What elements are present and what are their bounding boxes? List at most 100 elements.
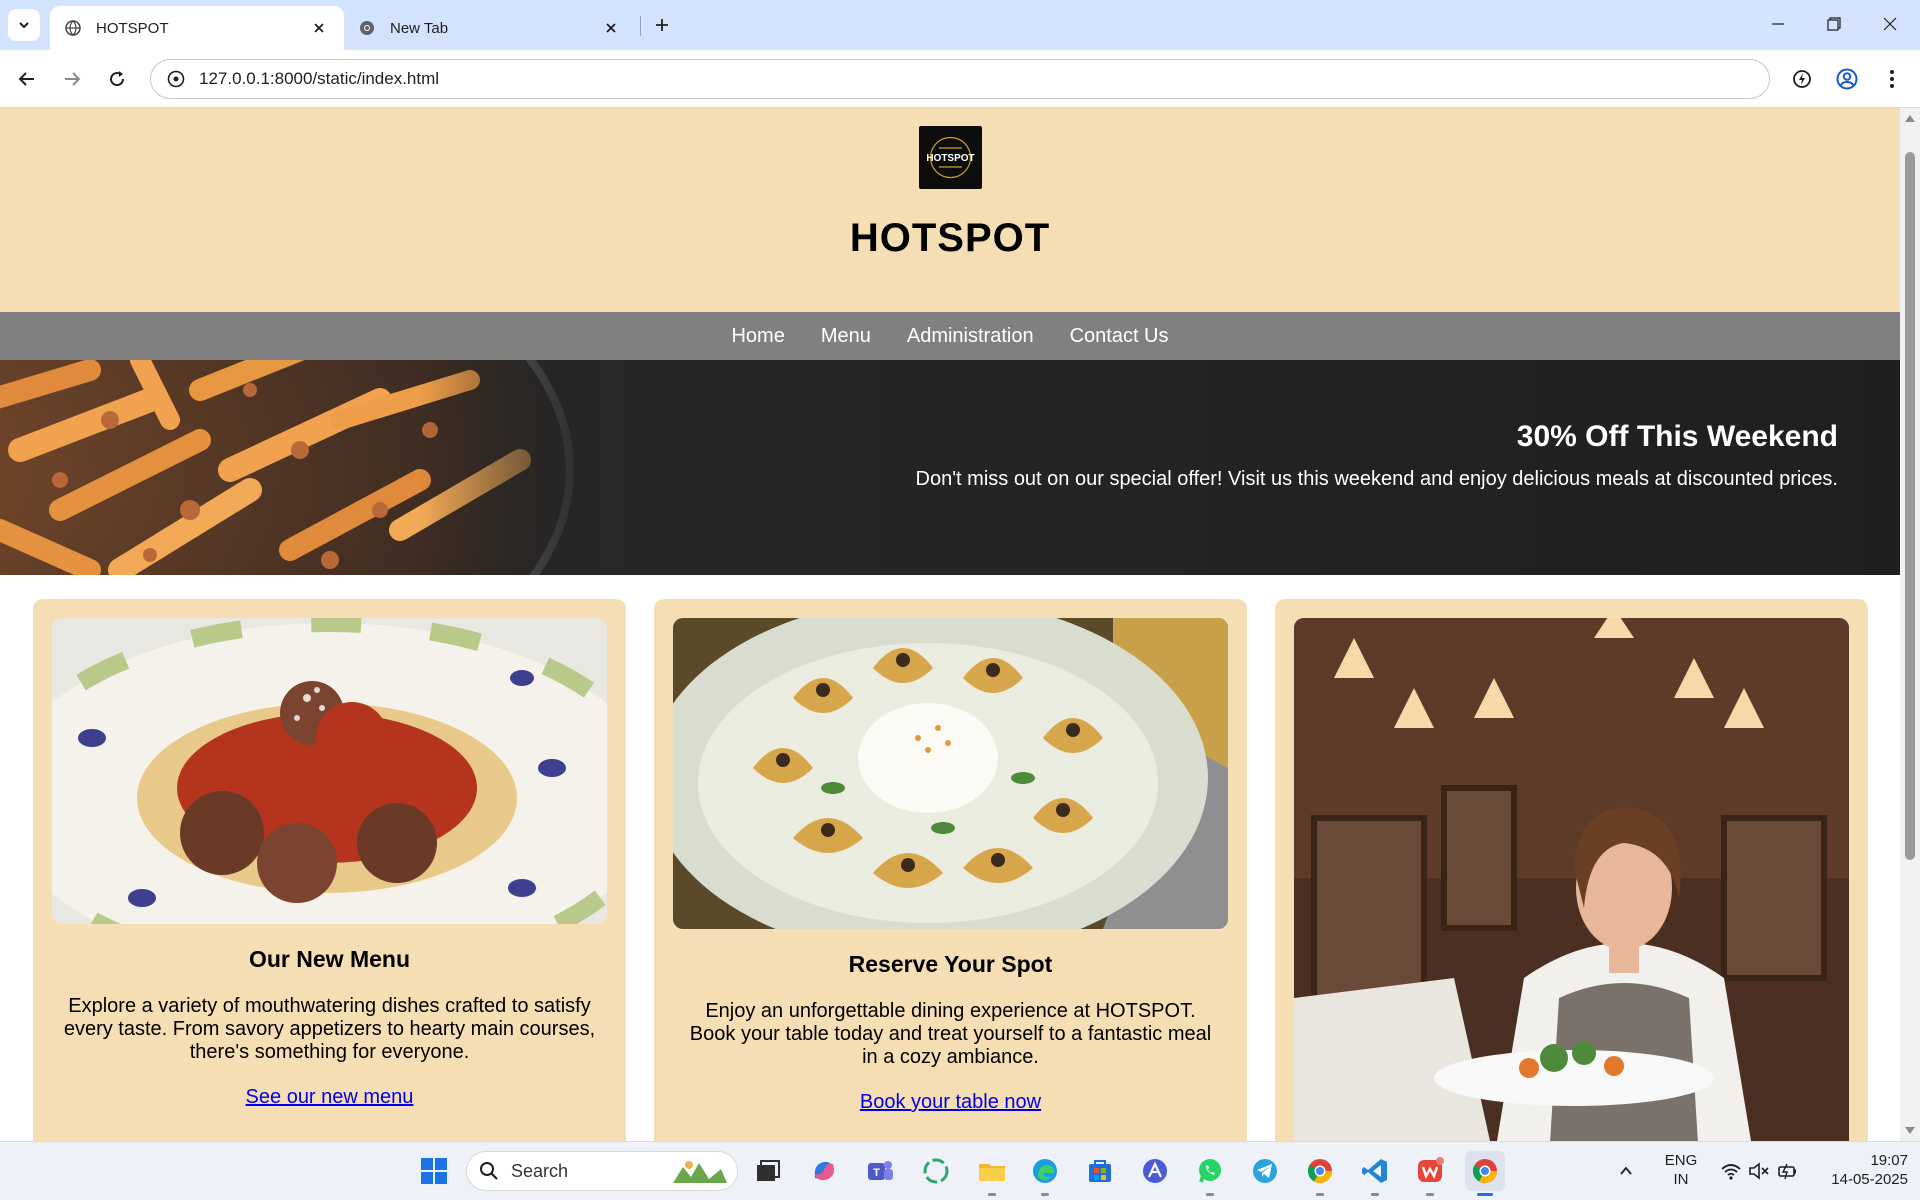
language-code: ENG	[1664, 1152, 1698, 1169]
address-bar[interactable]: 127.0.0.1:8000/static/index.html	[150, 59, 1770, 99]
chrome-icon	[1472, 1159, 1497, 1184]
scroll-down-arrow[interactable]	[1905, 1127, 1915, 1134]
forward-button[interactable]	[54, 61, 90, 97]
tab-separator	[640, 16, 641, 36]
url-text: 127.0.0.1:8000/static/index.html	[199, 69, 440, 88]
nav-link-home[interactable]: Home	[713, 312, 802, 360]
vscode-icon	[1362, 1159, 1387, 1183]
card-text: Explore a variety of mouthwatering dishe…	[63, 995, 596, 1063]
svg-text:T: T	[873, 1167, 880, 1179]
sync-icon	[923, 1158, 949, 1184]
active-indicator	[1477, 1193, 1493, 1196]
show-hidden-icons-button[interactable]	[1612, 1151, 1640, 1191]
see-new-menu-link[interactable]: See our new menu	[33, 1086, 626, 1109]
restore-button[interactable]	[1806, 0, 1862, 48]
taskbar-store[interactable]	[1080, 1151, 1120, 1191]
performance-button[interactable]	[1784, 61, 1820, 97]
taskbar-app-a[interactable]	[1135, 1151, 1175, 1191]
store-icon	[1089, 1160, 1111, 1182]
taskbar-whatsapp[interactable]	[1190, 1151, 1230, 1196]
restore-icon	[1827, 17, 1841, 31]
language-indicator[interactable]: ENG IN	[1656, 1151, 1706, 1189]
running-indicator	[988, 1193, 996, 1196]
taskbar-telegram[interactable]	[1245, 1151, 1285, 1191]
close-tab-icon[interactable]	[308, 17, 330, 39]
minimize-icon	[1772, 23, 1784, 25]
tab-hotspot[interactable]: HOTSPOT	[50, 6, 344, 50]
tab-search-button[interactable]	[8, 9, 40, 41]
pasta-image	[0, 360, 600, 575]
plus-icon	[656, 19, 668, 31]
nav-link-administration[interactable]: Administration	[889, 312, 1052, 360]
browser-toolbar: 127.0.0.1:8000/static/index.html	[0, 50, 1920, 108]
running-indicator	[1206, 1193, 1214, 1196]
site-title: HOTSPOT	[849, 216, 1051, 260]
running-indicator	[1041, 1193, 1049, 1196]
taskbar-task-view[interactable]	[748, 1151, 788, 1191]
card-title: Reserve Your Spot	[848, 951, 1053, 977]
search-icon	[480, 1162, 498, 1180]
back-button[interactable]	[9, 61, 45, 97]
site-header: HOTSPOT HOTSPOT	[0, 108, 1900, 312]
tab-title: New Tab	[390, 19, 449, 37]
taskbar-teams[interactable]: T	[860, 1151, 900, 1191]
windows-logo-icon	[421, 1158, 447, 1184]
region-code: IN	[1673, 1171, 1689, 1188]
card-text: Enjoy an unforgettable dining experience…	[689, 1000, 1212, 1068]
dumplings-image	[673, 618, 1228, 929]
card-title: Our New Menu	[248, 946, 410, 972]
quick-settings-button[interactable]	[1714, 1151, 1804, 1191]
taskbar-vscode[interactable]	[1355, 1151, 1395, 1196]
nav-link-menu[interactable]: Menu	[803, 312, 889, 360]
card-reserve-spot: Reserve Your Spot Enjoy an unforgettable…	[654, 599, 1247, 1141]
menu-button[interactable]	[1874, 61, 1910, 97]
scroll-thumb[interactable]	[1905, 152, 1915, 860]
banner-subtitle: Don't miss out on our special offer! Vis…	[915, 468, 1838, 490]
site-info-icon[interactable]	[163, 66, 189, 92]
volume-muted-icon	[1749, 1162, 1769, 1180]
running-indicator	[1371, 1193, 1379, 1196]
arrow-right-icon	[65, 72, 81, 86]
nav-link-contact-us[interactable]: Contact Us	[1052, 312, 1187, 360]
clock[interactable]: 19:07 14-05-2025	[1812, 1151, 1908, 1189]
close-tab-icon[interactable]	[600, 17, 622, 39]
page-viewport: HOTSPOT HOTSPOT Home Menu Administration…	[0, 108, 1900, 1141]
taskbar-chrome[interactable]	[1300, 1151, 1340, 1196]
start-button[interactable]	[414, 1151, 454, 1191]
chevron-down-icon	[19, 22, 29, 29]
wifi-icon	[1721, 1164, 1741, 1180]
banner-title: 30% Off This Weekend	[1516, 420, 1838, 453]
taskbar-copilot[interactable]	[804, 1151, 844, 1191]
arrow-left-icon	[18, 72, 34, 86]
battery-charging-icon	[1778, 1163, 1796, 1180]
copilot-icon	[814, 1161, 834, 1181]
chrome-icon	[1307, 1159, 1332, 1184]
tab-new-tab[interactable]: New Tab	[344, 6, 636, 50]
scroll-up-arrow[interactable]	[1905, 115, 1915, 122]
chrome-icon	[358, 19, 376, 37]
app-a-icon	[1143, 1159, 1167, 1183]
taskbar-edge[interactable]	[1025, 1151, 1065, 1196]
profile-button[interactable]	[1829, 61, 1865, 97]
account-icon	[1836, 68, 1858, 90]
new-tab-button[interactable]	[648, 11, 676, 39]
clock-date: 14-05-2025	[1831, 1171, 1908, 1188]
minimize-button[interactable]	[1750, 0, 1806, 48]
taskbar-file-explorer[interactable]	[972, 1151, 1012, 1196]
reload-button[interactable]	[99, 61, 135, 97]
close-icon	[1883, 17, 1897, 31]
teams-icon: T	[868, 1161, 893, 1180]
running-indicator	[1316, 1193, 1324, 1196]
search-placeholder: Search	[511, 1160, 569, 1181]
book-table-link[interactable]: Book your table now	[654, 1091, 1247, 1114]
taskbar-wps[interactable]	[1410, 1151, 1450, 1196]
close-window-button[interactable]	[1862, 0, 1918, 48]
browser-tab-bar: HOTSPOT New Tab	[0, 0, 1920, 50]
page-scrollbar[interactable]	[1900, 108, 1920, 1141]
taskbar-chrome-active[interactable]	[1465, 1151, 1505, 1196]
taskbar-search[interactable]: Search	[466, 1151, 738, 1191]
wps-office-icon	[1418, 1157, 1444, 1182]
clock-time: 19:07	[1870, 1152, 1908, 1169]
chevron-up-icon	[1620, 1166, 1632, 1175]
taskbar-app-circle[interactable]	[916, 1151, 956, 1191]
